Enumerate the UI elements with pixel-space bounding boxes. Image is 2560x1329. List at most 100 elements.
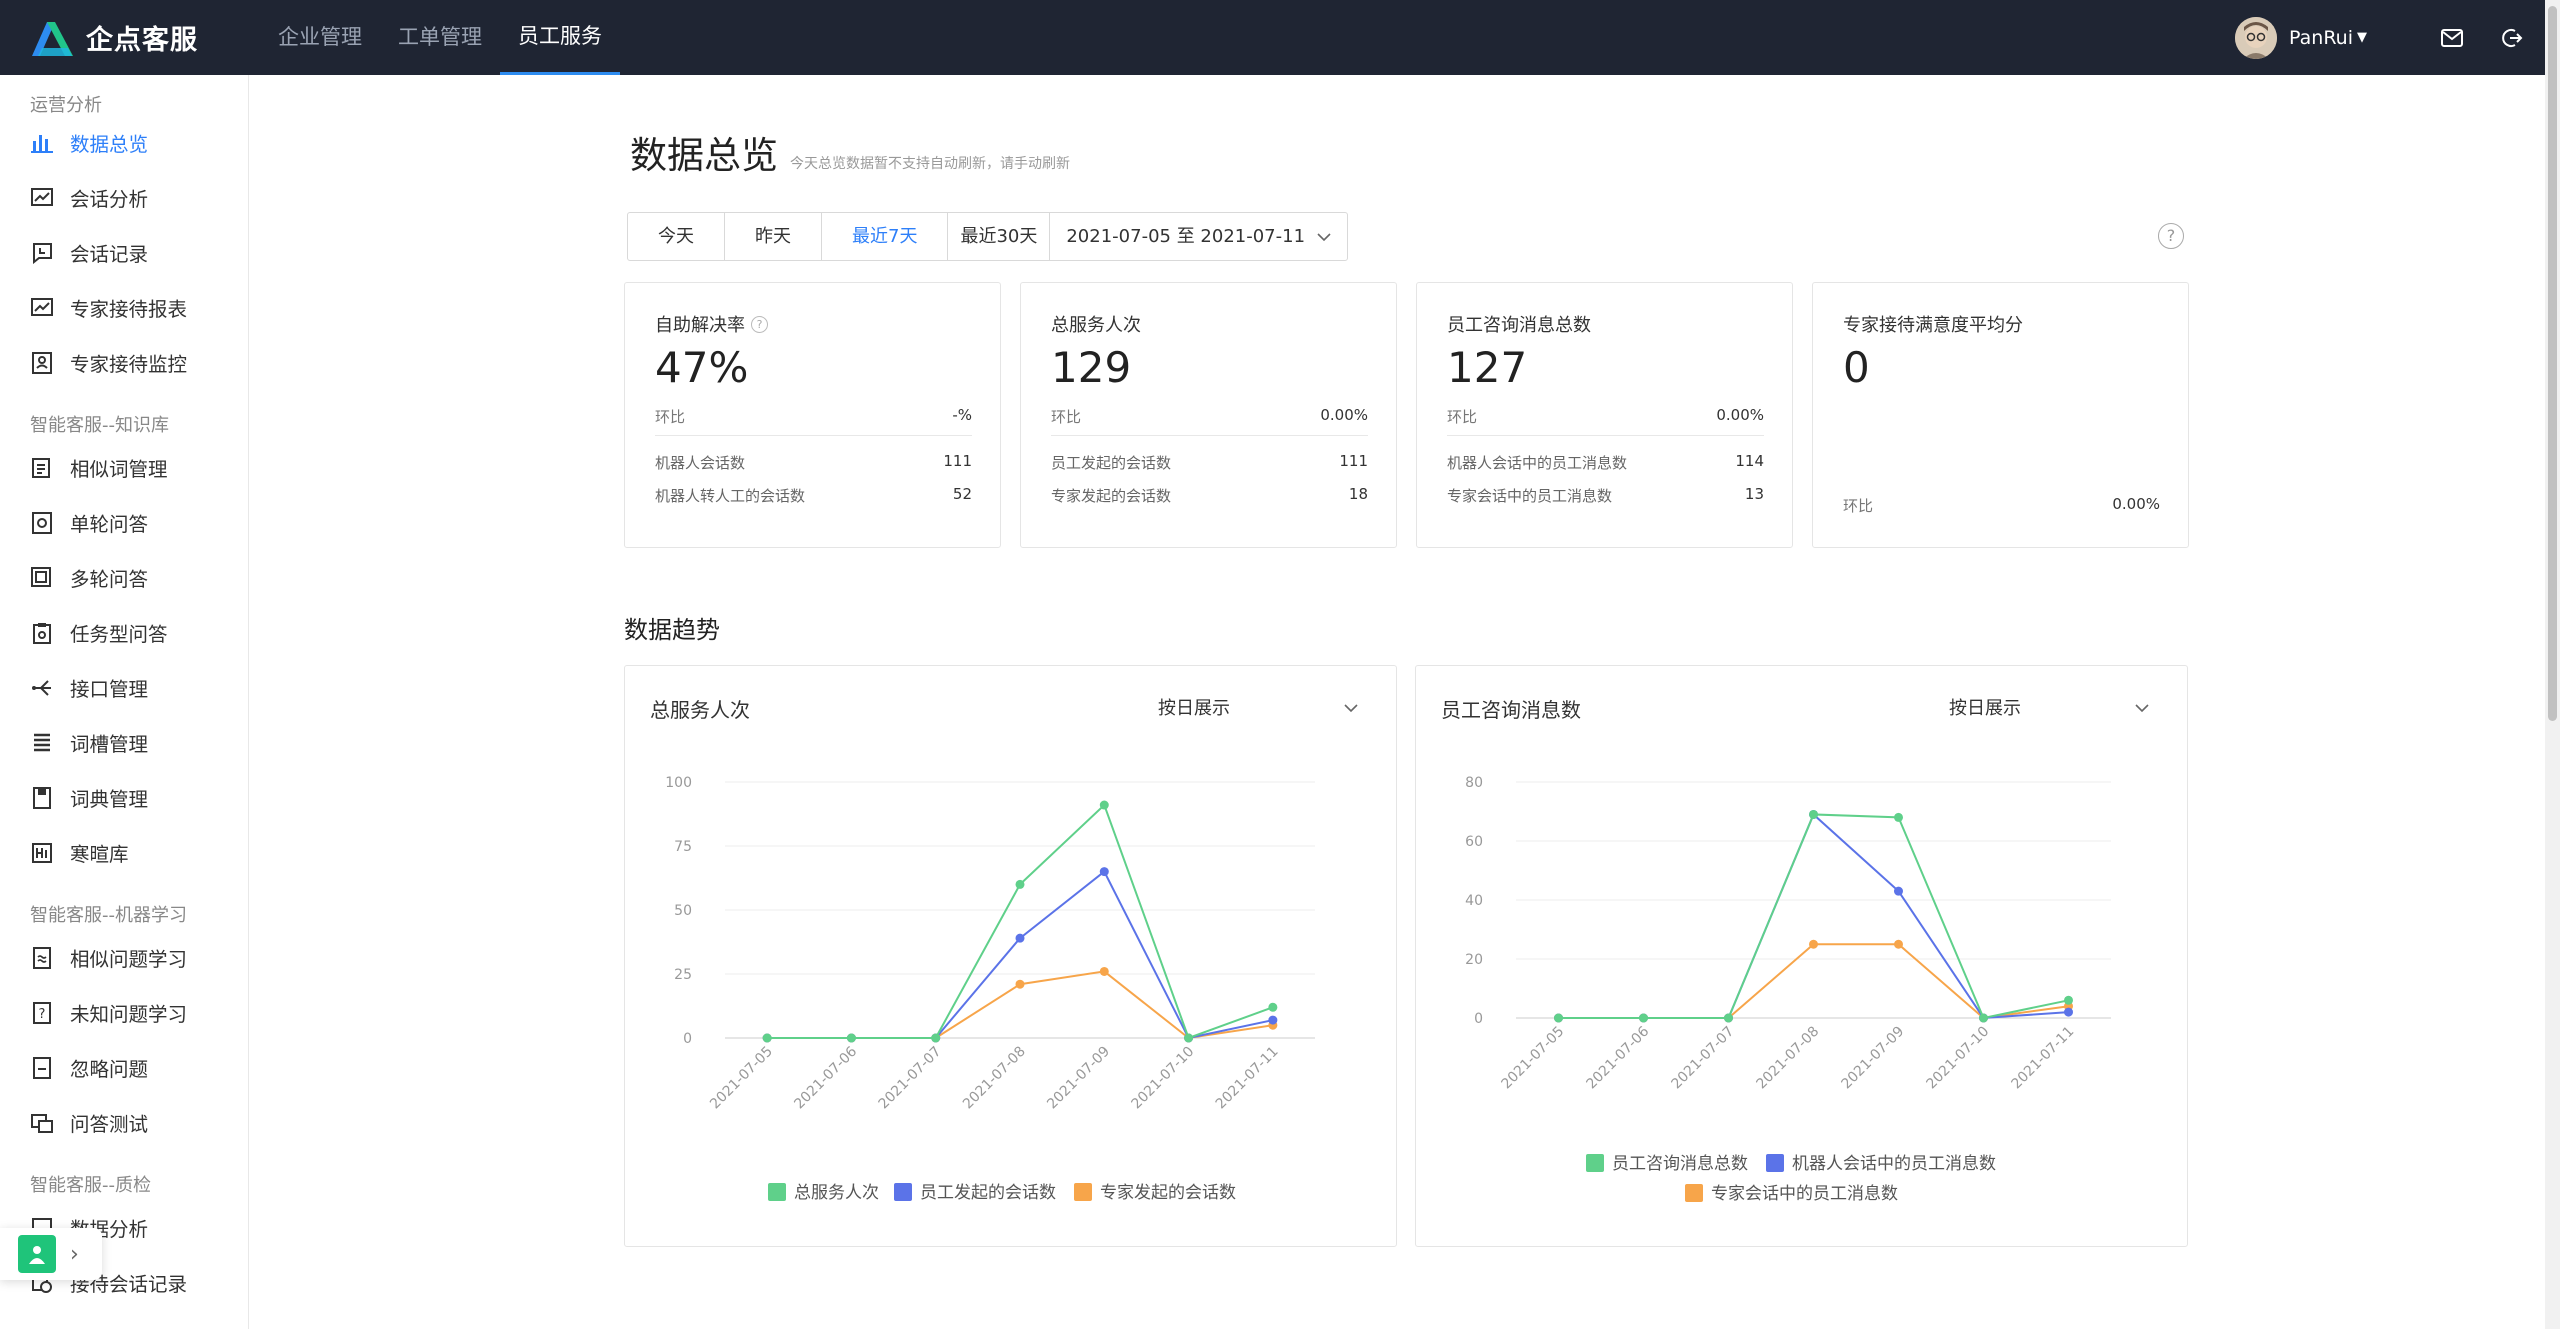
vertical-scrollbar[interactable] bbox=[2545, 0, 2560, 1329]
question-mark-icon[interactable]: ? bbox=[751, 315, 768, 333]
x-tick-label: 2021-07-08 bbox=[960, 1044, 1029, 1113]
data-point bbox=[1099, 867, 1109, 877]
kpi-sub-row: 机器人会话中的员工消息数 114 bbox=[1447, 452, 1764, 473]
sidebar-item-multi-qa[interactable]: 多轮问答 bbox=[0, 550, 248, 605]
granularity-select[interactable]: 按日展示 bbox=[1158, 694, 1358, 720]
support-icon[interactable] bbox=[18, 1235, 56, 1273]
legend-swatch bbox=[1766, 1154, 1784, 1172]
multi-qa-icon bbox=[30, 566, 54, 590]
legend-swatch bbox=[894, 1183, 912, 1201]
support-widget[interactable]: › bbox=[0, 1228, 102, 1280]
kpi-value: 47% bbox=[655, 343, 749, 392]
ratio-label: 环比 bbox=[655, 408, 686, 426]
y-tick-label: 25 bbox=[674, 967, 692, 983]
data-point bbox=[931, 1033, 941, 1043]
sub-label: 专家会话中的员工消息数 bbox=[1447, 487, 1613, 505]
api-branch-icon bbox=[30, 676, 54, 700]
ratio-value: 0.00% bbox=[1716, 406, 1764, 424]
ratio-label: 环比 bbox=[1051, 408, 1082, 426]
brand[interactable]: 企点客服 bbox=[28, 18, 250, 58]
page-title: 数据总览 bbox=[630, 134, 778, 177]
data-point bbox=[1184, 1033, 1194, 1043]
sidebar-item-task-qa[interactable]: 任务型问答 bbox=[0, 605, 248, 660]
dictionary-icon bbox=[30, 786, 54, 810]
chevron-down-icon bbox=[1344, 697, 1358, 718]
sidebar-item-label: 会话记录 bbox=[70, 243, 149, 266]
y-tick-label: 60 bbox=[1465, 834, 1483, 850]
data-point bbox=[1099, 966, 1109, 976]
x-tick-label: 2021-07-11 bbox=[1213, 1044, 1282, 1113]
data-point bbox=[1099, 800, 1109, 810]
ignore-icon bbox=[30, 1056, 54, 1080]
logout-icon[interactable] bbox=[2497, 23, 2527, 53]
range-30days-button[interactable]: 最近30天 bbox=[948, 213, 1051, 260]
report-chart-icon bbox=[30, 296, 54, 320]
x-tick-label: 2021-07-11 bbox=[2008, 1024, 2077, 1093]
range-today-button[interactable]: 今天 bbox=[628, 213, 725, 260]
help-icon[interactable]: ? bbox=[2158, 223, 2184, 249]
sidebar-item-single-qa[interactable]: 单轮问答 bbox=[0, 495, 248, 550]
avatar[interactable] bbox=[2235, 16, 2278, 59]
topnav-enterprise[interactable]: 企业管理 bbox=[260, 0, 380, 75]
trend-section-title: 数据趋势 bbox=[624, 616, 720, 644]
series-line bbox=[1558, 943, 2069, 1020]
sidebar-item-unknown-question[interactable]: ? 未知问题学习 bbox=[0, 985, 248, 1040]
sidebar-item-similar-question[interactable]: 相似问题学习 bbox=[0, 930, 248, 985]
sidebar-item-qa-test[interactable]: 问答测试 bbox=[0, 1095, 248, 1150]
page-subtitle: 今天总览数据暂不支持自动刷新，请手动刷新 bbox=[790, 156, 1070, 172]
y-tick-label: 50 bbox=[674, 903, 692, 919]
similar-words-icon bbox=[30, 456, 54, 480]
kpi-ratio-row: 环比 0.00% bbox=[1447, 406, 1764, 436]
kpi-label: 自助解决率 bbox=[655, 315, 745, 336]
legend-label: 专家会话中的员工消息数 bbox=[1711, 1184, 1898, 1204]
kpi-value: 129 bbox=[1051, 343, 1132, 392]
date-range-picker[interactable]: 2021-07-05 至 2021-07-11 bbox=[1050, 213, 1347, 260]
sidebar-item-ignore[interactable]: 忽略问题 bbox=[0, 1040, 248, 1095]
expand-chevron-icon[interactable]: › bbox=[70, 1242, 79, 1267]
sidebar-item-data-overview[interactable]: 数据总览 bbox=[0, 115, 248, 170]
sidebar-item-expert-monitor[interactable]: 专家接待监控 bbox=[0, 335, 248, 390]
granularity-select[interactable]: 按日展示 bbox=[1949, 694, 2149, 720]
x-tick-label: 2021-07-07 bbox=[876, 1044, 945, 1113]
sidebar-item-greetings[interactable]: 寒暄库 bbox=[0, 825, 248, 880]
topnav-tickets[interactable]: 工单管理 bbox=[380, 0, 500, 75]
range-7days-button[interactable]: 最近7天 bbox=[822, 213, 949, 260]
sidebar-item-label: 寒暄库 bbox=[70, 843, 129, 866]
mail-icon[interactable] bbox=[2437, 23, 2467, 53]
sidebar-item-session-analysis[interactable]: 会话分析 bbox=[0, 170, 248, 225]
kpi-card-self-resolution: 自助解决率? 47% 环比 -% 机器人会话数 111 机器人转人工的会话数 52 bbox=[624, 282, 1001, 548]
sidebar-item-slots[interactable]: 词槽管理 bbox=[0, 715, 248, 770]
kpi-ratio-row: 环比 0.00% bbox=[1843, 495, 2160, 524]
scrollbar-thumb[interactable] bbox=[2548, 6, 2557, 721]
sidebar-group-ml: 智能客服--机器学习 bbox=[30, 905, 187, 926]
legend-label: 机器人会话中的员工消息数 bbox=[1792, 1154, 1996, 1174]
chevron-down-icon bbox=[1317, 213, 1331, 260]
sub-value: 52 bbox=[952, 485, 972, 503]
user-caret-icon[interactable]: ▼ bbox=[2357, 30, 2367, 45]
line-chart-employee-messages: 0204060802021-07-05 2021-07-06 2021-07-07 2… bbox=[1465, 775, 2111, 1204]
sub-label: 机器人会话中的员工消息数 bbox=[1447, 454, 1628, 472]
date-range-value: 2021-07-05 至 2021-07-11 bbox=[1066, 226, 1306, 247]
data-point bbox=[1979, 1013, 1988, 1023]
kpi-card-expert-satisfaction: 专家接待满意度平均分 0 环比 0.00% bbox=[1812, 282, 2189, 548]
sidebar-item-expert-report[interactable]: 专家接待报表 bbox=[0, 280, 248, 335]
sub-value: 13 bbox=[1744, 485, 1764, 503]
sidebar-item-label: 忽略问题 bbox=[70, 1058, 149, 1081]
monitor-person-icon bbox=[30, 351, 54, 375]
series-line bbox=[767, 803, 1274, 1040]
data-point bbox=[1894, 812, 1903, 822]
top-bar: 企点客服 企业管理 工单管理 员工服务 PanRui ▼ bbox=[0, 0, 2545, 75]
sidebar-item-api[interactable]: 接口管理 bbox=[0, 660, 248, 715]
sidebar-item-dictionary[interactable]: 词典管理 bbox=[0, 770, 248, 825]
chart-title: 总服务人次 bbox=[650, 698, 750, 722]
kpi-ratio-row: 环比 0.00% bbox=[1051, 406, 1368, 436]
sidebar-group-ops: 运营分析 bbox=[30, 95, 102, 116]
greeting-hi-icon bbox=[30, 841, 54, 865]
sidebar-item-label: 相似问题学习 bbox=[70, 948, 188, 971]
sidebar-item-similar-words[interactable]: 相似词管理 bbox=[0, 440, 248, 495]
ratio-value: 0.00% bbox=[2112, 495, 2160, 513]
topnav-employee-service[interactable]: 员工服务 bbox=[500, 0, 620, 75]
user-name[interactable]: PanRui bbox=[2289, 27, 2353, 49]
range-yesterday-button[interactable]: 昨天 bbox=[725, 213, 822, 260]
sidebar-item-session-records[interactable]: 会话记录 bbox=[0, 225, 248, 280]
